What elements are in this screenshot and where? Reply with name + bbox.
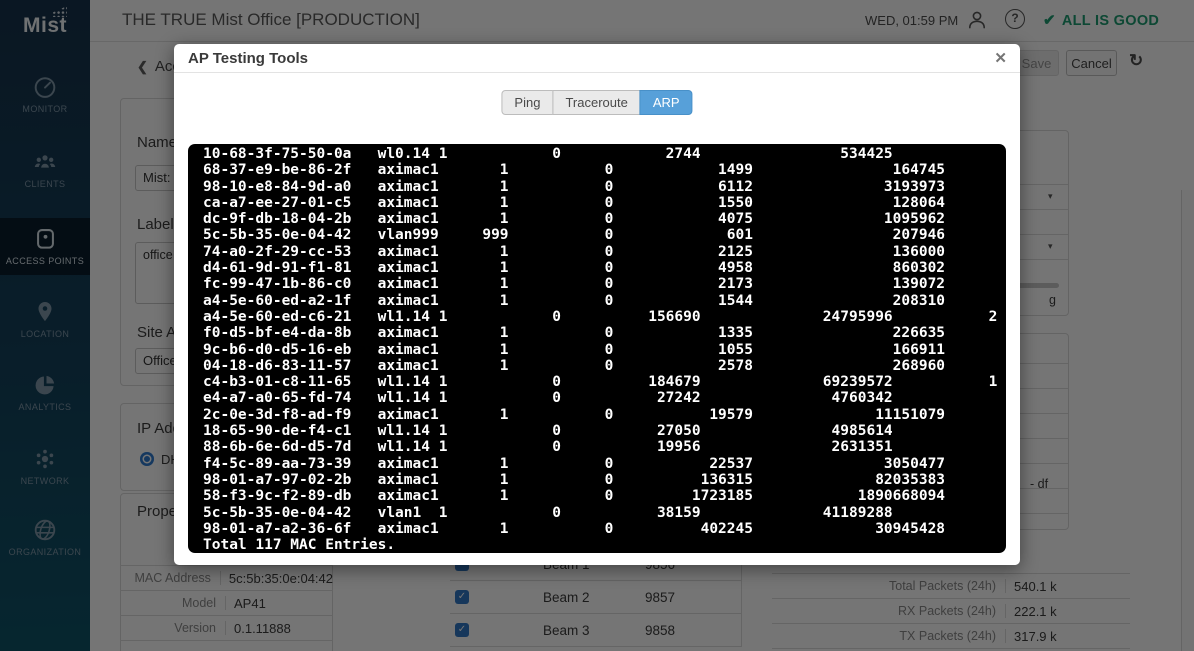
modal-title: AP Testing Tools xyxy=(188,50,309,67)
modal-header: AP Testing Tools ✕ xyxy=(174,44,1020,73)
close-icon[interactable]: ✕ xyxy=(994,49,1007,67)
ap-testing-tools-modal: AP Testing Tools ✕ Ping Traceroute ARP 1… xyxy=(174,44,1020,565)
app-screen: Mist MONITOR CLIENTS ACCESS POINTS LOCAT… xyxy=(0,0,1194,651)
tool-tabs: Ping Traceroute ARP xyxy=(501,90,693,115)
arp-output-terminal: 10-68-3f-75-50-0a wl0.14 1 0 2744 534425… xyxy=(188,144,1006,553)
tab-arp[interactable]: ARP xyxy=(639,90,693,115)
tab-ping[interactable]: Ping xyxy=(501,90,554,115)
tab-traceroute[interactable]: Traceroute xyxy=(552,90,641,115)
